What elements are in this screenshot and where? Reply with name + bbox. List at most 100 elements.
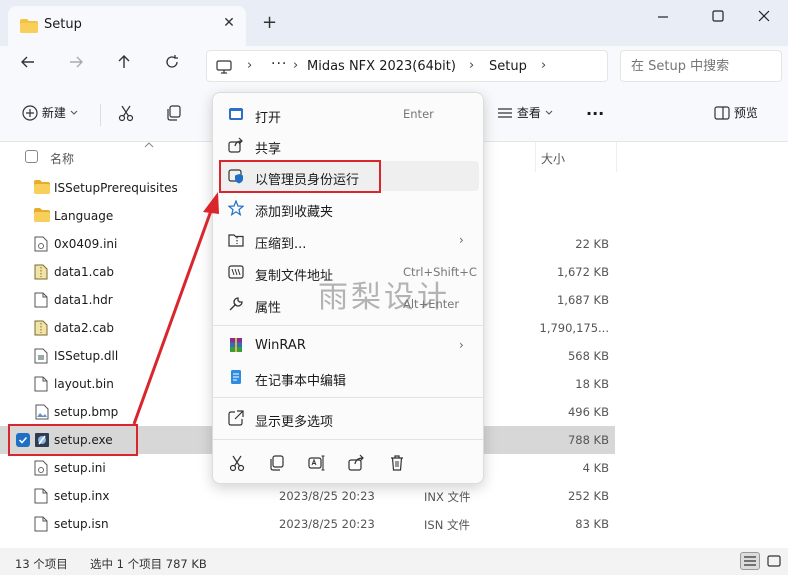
preview-button[interactable]: 预览 xyxy=(714,104,758,126)
menu-item-notepad[interactable]: 在记事本中编辑 xyxy=(219,362,479,392)
close-window-button[interactable] xyxy=(749,6,779,28)
quick-share-button[interactable] xyxy=(345,454,369,478)
menu-item-add-favorites[interactable]: 添加到收藏夹 xyxy=(219,193,479,223)
share-icon xyxy=(348,454,364,471)
copy-icon xyxy=(270,455,284,471)
menu-item-open[interactable]: 打开 Enter xyxy=(219,99,479,129)
item-count: 13 个项目 xyxy=(15,557,68,571)
file-size: 1,790,175... xyxy=(539,321,610,335)
zip-folder-icon xyxy=(228,232,244,248)
add-favorites-label: 添加到收藏夹 xyxy=(255,205,334,220)
cab-file-icon xyxy=(34,320,48,339)
quick-copy-button[interactable] xyxy=(265,454,289,478)
folder-icon xyxy=(34,180,50,197)
preview-label: 预览 xyxy=(733,106,758,120)
search-input[interactable] xyxy=(621,51,771,81)
file-row[interactable]: setup.inx 2023/8/25 20:23 INX 文件 252 KB xyxy=(0,482,615,510)
notepad-label: 在记事本中编辑 xyxy=(255,374,347,389)
tiles-view-button[interactable] xyxy=(764,552,784,570)
file-name: setup.ini xyxy=(54,461,106,475)
properties-label: 属性 xyxy=(255,301,282,316)
file-row[interactable]: setup.isn 2023/8/25 20:23 ISN 文件 83 KB xyxy=(0,510,615,538)
forward-button[interactable] xyxy=(63,54,89,78)
menu-item-compress[interactable]: 压缩到... › xyxy=(219,225,479,255)
share-label: 共享 xyxy=(255,142,282,157)
quick-delete-button[interactable] xyxy=(385,454,409,478)
menu-item-more-options[interactable]: 显示更多选项 xyxy=(219,403,479,433)
details-view-button[interactable] xyxy=(740,552,760,570)
breadcrumb-separator: › xyxy=(541,58,547,73)
file-size: 568 KB xyxy=(567,349,609,363)
file-type: INX 文件 xyxy=(424,490,471,504)
file-name: data1.hdr xyxy=(54,293,113,307)
breadcrumb-overflow[interactable]: ··· xyxy=(271,56,287,72)
file-name: setup.inx xyxy=(54,489,110,503)
new-tab-button[interactable]: + xyxy=(262,12,277,33)
share-icon xyxy=(228,137,244,153)
rename-icon xyxy=(308,455,325,471)
up-button[interactable] xyxy=(111,54,137,78)
file-size: 18 KB xyxy=(575,377,609,391)
address-bar[interactable]: › ··· › Midas NFX 2023(64bit) › Setup › xyxy=(206,50,608,82)
view-button[interactable]: 查看 xyxy=(497,104,553,126)
refresh-button[interactable] xyxy=(159,54,185,78)
arrow-right-icon xyxy=(70,56,83,68)
column-header-name[interactable]: 名称 xyxy=(50,150,74,167)
trash-icon xyxy=(391,455,403,471)
folder-icon xyxy=(34,208,50,225)
back-button[interactable] xyxy=(15,54,41,78)
ini-file-icon xyxy=(34,460,48,479)
column-header-size[interactable]: 大小 xyxy=(541,150,565,167)
cab-file-icon xyxy=(34,264,48,283)
breadcrumb-midas[interactable]: Midas NFX 2023(64bit) xyxy=(307,59,456,74)
address-row: › ··· › Midas NFX 2023(64bit) › Setup › xyxy=(0,46,788,86)
menu-item-winrar[interactable]: WinRAR › xyxy=(219,330,479,360)
chevron-right-icon: › xyxy=(459,338,464,352)
dll-file-icon xyxy=(34,348,48,367)
scissors-icon xyxy=(229,455,245,472)
minimize-icon xyxy=(658,16,668,18)
copy-button[interactable] xyxy=(165,104,183,126)
file-date: 2023/8/25 20:23 xyxy=(279,517,375,531)
quick-rename-button[interactable] xyxy=(305,454,329,478)
file-name: data1.cab xyxy=(54,265,115,279)
file-name: setup.bmp xyxy=(54,405,119,419)
menu-separator xyxy=(213,439,483,440)
more-options-label: 显示更多选项 xyxy=(255,415,334,430)
more-options-button[interactable]: ··· xyxy=(586,104,604,126)
file-name: Language xyxy=(54,209,114,223)
new-button[interactable]: 新建 xyxy=(22,104,78,126)
file-icon xyxy=(34,376,48,395)
file-size: 1,672 KB xyxy=(556,265,609,279)
menu-item-share[interactable]: 共享 xyxy=(219,130,479,160)
breadcrumb-setup[interactable]: Setup xyxy=(489,59,527,74)
open-app-icon xyxy=(228,106,244,122)
minimize-button[interactable] xyxy=(648,6,678,28)
breadcrumb-separator: › xyxy=(469,58,475,73)
tab-setup[interactable]: Setup ✕ xyxy=(8,6,246,46)
plus-circle-icon xyxy=(22,104,38,121)
file-type: ISN 文件 xyxy=(424,518,470,532)
tab-title: Setup xyxy=(44,17,82,32)
maximize-button[interactable] xyxy=(703,6,733,28)
toolbar-divider xyxy=(100,104,101,126)
file-name: setup.isn xyxy=(54,517,109,531)
file-size: 252 KB xyxy=(567,489,609,503)
status-bar: 13 个项目 选中 1 个项目 787 KB xyxy=(0,548,788,575)
folder-icon xyxy=(20,19,38,36)
file-date: 2023/8/25 20:23 xyxy=(279,489,375,503)
maximize-icon xyxy=(712,10,724,22)
chevron-right-icon: › xyxy=(459,233,464,247)
arrow-left-icon xyxy=(21,56,34,68)
file-name: 0x0409.ini xyxy=(54,237,118,251)
select-all-checkbox[interactable] xyxy=(25,150,38,163)
selection-info: 选中 1 个项目 787 KB xyxy=(90,557,207,571)
computer-icon xyxy=(216,60,232,77)
notepad-icon xyxy=(228,369,244,385)
close-tab-icon[interactable]: ✕ xyxy=(220,15,238,31)
file-icon xyxy=(34,292,48,311)
file-name: layout.bin xyxy=(54,377,114,391)
quick-cut-button[interactable] xyxy=(225,454,249,478)
cut-button[interactable] xyxy=(117,104,135,126)
new-label: 新建 xyxy=(41,106,66,120)
